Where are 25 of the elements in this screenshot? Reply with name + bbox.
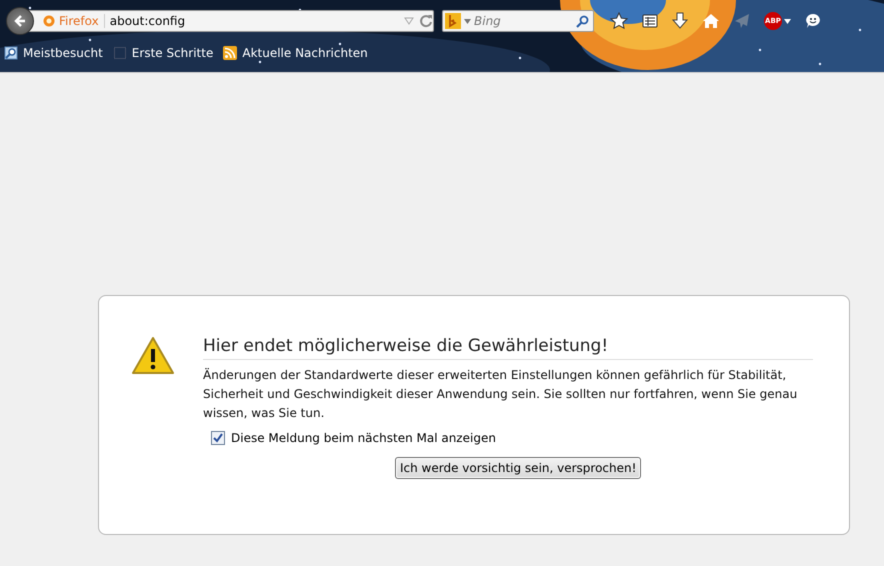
caret-icon[interactable] xyxy=(464,18,471,24)
list-icon[interactable] xyxy=(642,13,658,29)
star-icon[interactable] xyxy=(610,12,628,30)
home-icon[interactable] xyxy=(702,13,720,29)
page-icon xyxy=(112,46,127,60)
checkbox-label[interactable]: Diese Meldung beim nächsten Mal anzeigen xyxy=(231,431,496,445)
bookmark-link[interactable]: Aktuelle Nachrichten xyxy=(242,46,368,60)
reload-icon[interactable] xyxy=(419,14,433,28)
url-text: about:config xyxy=(110,14,186,28)
bookmark-link[interactable]: Meistbesucht xyxy=(23,46,103,60)
back-arrow-icon xyxy=(12,13,28,29)
caret-icon xyxy=(784,18,791,24)
smiley-icon[interactable] xyxy=(805,13,821,29)
warning-text: Änderungen der Standardwerte dieser erweiterten Einstellungen können gefährlich für Stabilität, Sicherheit und Geschwindigkeit dieser Anwendung sein. Sie sollten nur fortfahren, wenn Sie genau wissen, was Sie tun. xyxy=(203,367,798,422)
search-icon[interactable] xyxy=(576,14,589,28)
rss-icon xyxy=(223,46,238,60)
search-page-icon xyxy=(4,46,18,60)
bookmark-link[interactable]: Erste Schritte xyxy=(132,46,214,60)
checkbox[interactable] xyxy=(211,431,225,445)
download-icon[interactable] xyxy=(672,12,688,30)
confirm-button[interactable]: Ich werde vorsichtig sein, versprochen! xyxy=(395,457,642,479)
search-field[interactable]: Bing xyxy=(442,10,594,32)
warning-icon xyxy=(131,336,175,376)
search-engine-icon[interactable] xyxy=(445,13,461,29)
warning-title: Hier endet möglicherweise die Gewährleistung! xyxy=(203,336,813,360)
